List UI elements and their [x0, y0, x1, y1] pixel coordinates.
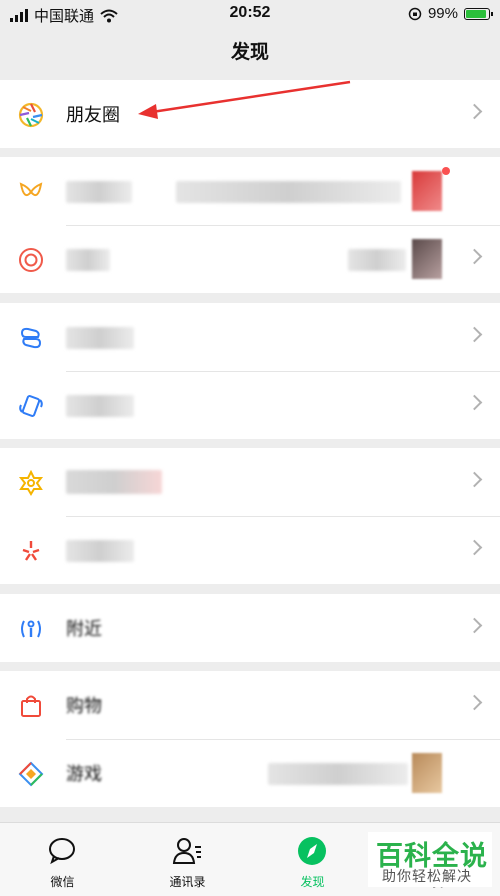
- chevron-right-icon: [466, 539, 483, 556]
- chevron-right-icon: [466, 617, 483, 634]
- list-item-games[interactable]: 游戏: [0, 739, 500, 807]
- blurred-label: [66, 181, 132, 203]
- games-diamond-icon: [18, 761, 44, 787]
- list-item-moments[interactable]: 朋友圈: [0, 80, 500, 148]
- shopping-bag-icon: [21, 695, 41, 717]
- group-stories: [0, 448, 500, 584]
- blurred-preview-text: [176, 181, 401, 203]
- group-scan: [0, 303, 500, 439]
- tab-label: 微信: [50, 875, 75, 889]
- tab-discover[interactable]: 发现: [250, 823, 375, 896]
- live-rings-icon: [19, 248, 43, 272]
- chevron-right-icon: [466, 394, 483, 411]
- tab-label: 通讯录: [169, 875, 206, 889]
- group-moments: 朋友圈: [0, 80, 500, 148]
- list-item-live[interactable]: [0, 225, 500, 293]
- chevron-right-icon: [466, 248, 483, 265]
- list-item-channels[interactable]: [0, 157, 500, 225]
- discover-compass-icon: [298, 837, 326, 865]
- nav-bar: 发现: [0, 30, 500, 78]
- chevron-right-icon: [466, 694, 483, 711]
- group-nearby: 附近: [0, 594, 500, 662]
- blurred-preview-text: [268, 763, 408, 785]
- list-item-nearby[interactable]: 附近: [0, 594, 500, 662]
- blurred-preview-text: [348, 249, 406, 271]
- blurred-label: [66, 470, 162, 494]
- blurred-label: [66, 327, 134, 349]
- list-item-shake[interactable]: [0, 371, 500, 439]
- blurred-thumbnail: [412, 753, 442, 793]
- tab-contacts[interactable]: 通讯录: [125, 823, 250, 896]
- games-label: 游戏: [66, 764, 102, 784]
- contacts-icon: [172, 838, 201, 864]
- group-shopping: 购物 游戏: [0, 671, 500, 807]
- blurred-label: [66, 395, 134, 417]
- battery-icon: [464, 7, 493, 20]
- blurred-thumbnail: [412, 171, 442, 211]
- blurred-thumbnail: [412, 239, 442, 279]
- shake-icon: [19, 395, 43, 417]
- blurred-label: [66, 249, 110, 271]
- list-item-search[interactable]: [0, 516, 500, 584]
- rotation-lock-icon: [408, 7, 422, 20]
- search-sparkle-icon: [22, 541, 40, 561]
- moments-aperture-icon: [18, 102, 44, 128]
- chat-bubble-icon: [49, 838, 75, 865]
- blurred-label: [66, 540, 134, 562]
- chevron-right-icon: [466, 326, 483, 343]
- nearby-label: 附近: [66, 619, 102, 639]
- moments-label: 朋友圈: [66, 105, 120, 125]
- watermark: 百科全说 助你轻松解决: [368, 832, 492, 887]
- group-channels: [0, 157, 500, 293]
- shopping-label: 购物: [66, 696, 102, 716]
- scan-icon: [20, 327, 42, 349]
- notification-dot: [442, 167, 450, 175]
- page-title: 发现: [230, 42, 269, 63]
- battery-percent: 99%: [427, 5, 458, 22]
- watermark-subtitle: 助你轻松解决: [382, 868, 472, 884]
- chevron-right-icon: [466, 103, 483, 120]
- channels-butterfly-icon: [19, 182, 43, 197]
- nearby-icon: [21, 620, 41, 638]
- chevron-right-icon: [466, 471, 483, 488]
- status-bar: 中国联通 20:52 99%: [0, 0, 500, 30]
- list-item-top-stories[interactable]: [0, 448, 500, 516]
- list-item-scan[interactable]: [0, 303, 500, 371]
- top-stories-icon: [18, 470, 44, 496]
- tab-chats[interactable]: 微信: [0, 823, 125, 896]
- list-item-shopping[interactable]: 购物: [0, 671, 500, 739]
- tab-label: 发现: [300, 875, 325, 889]
